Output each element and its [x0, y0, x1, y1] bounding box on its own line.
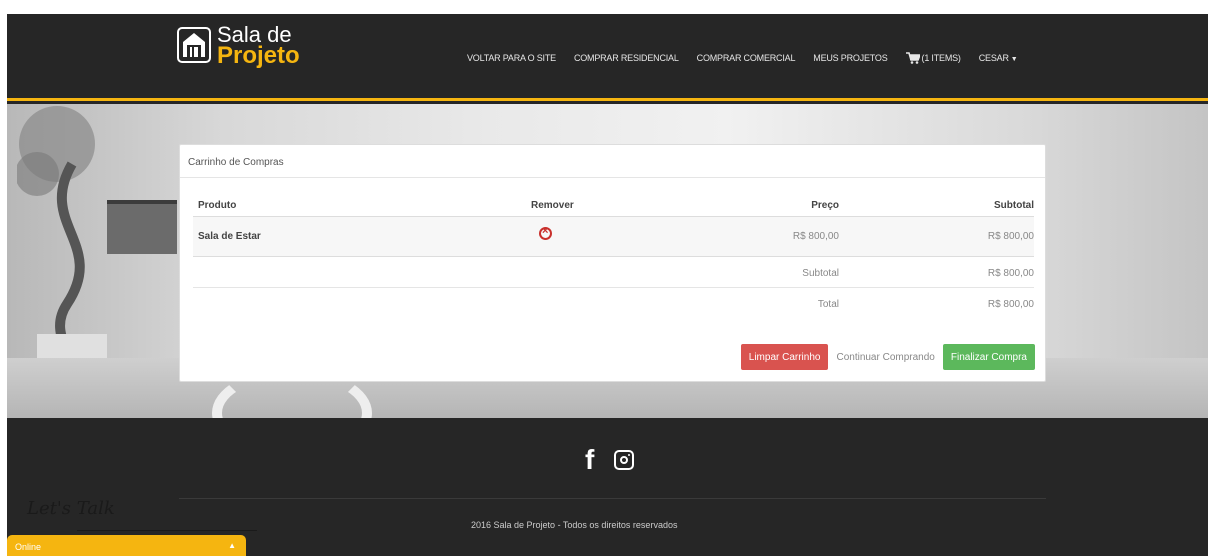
copyright-text: 2016 Sala de Projeto - Todos os direitos…	[471, 520, 678, 530]
table-row: Sala de Estar R$ 800,00 R$ 800,00	[193, 217, 1034, 257]
cart-actions: Limpar Carrinho Continuar Comprando Fina…	[740, 344, 1035, 370]
continue-shopping-button[interactable]: Continuar Comprando	[828, 344, 943, 370]
house-icon	[177, 27, 211, 63]
col-subtotal: Subtotal	[994, 200, 1034, 211]
cart-heading: Carrinho de Compras	[180, 145, 1045, 178]
nav-comprar-comercial[interactable]: COMPRAR COMERCIAL	[697, 53, 796, 63]
caret-down-icon: ▼	[1010, 56, 1018, 63]
table-header: Produto Remover Preço Subtotal	[193, 195, 1034, 217]
instagram-icon[interactable]	[614, 450, 635, 470]
col-produto: Produto	[198, 200, 237, 211]
nav-voltar-site[interactable]: VOLTAR PARA O SITE	[467, 53, 556, 63]
total-row: Total R$ 800,00	[193, 288, 1034, 320]
user-name: CESAR	[978, 53, 1009, 63]
wall-shelf	[107, 200, 177, 254]
subtotal-row: Subtotal R$ 800,00	[193, 257, 1034, 288]
checkout-button[interactable]: Finalizar Compra	[942, 344, 1035, 370]
cart-table: Produto Remover Preço Subtotal Sala de E…	[193, 195, 1034, 320]
brand-line-2: Projeto	[217, 42, 300, 69]
footer-divider	[179, 498, 1046, 499]
page-frame: Sala de Projeto VOLTAR PARA O SITE COMPR…	[7, 14, 1208, 556]
nav-comprar-residencial[interactable]: COMPRAR RESIDENCIAL	[574, 53, 679, 63]
col-preco: Preço	[811, 200, 839, 211]
col-remover: Remover	[531, 200, 574, 211]
chat-widget[interactable]: Online ▲	[7, 535, 246, 556]
product-subtotal: R$ 800,00	[987, 231, 1034, 242]
facebook-icon[interactable]: f	[585, 444, 594, 476]
main-nav: VOLTAR PARA O SITE COMPRAR RESIDENCIAL C…	[467, 52, 1035, 64]
cart-panel: Carrinho de Compras Produto Remover Preç…	[179, 144, 1046, 382]
subtotal-value: R$ 800,00	[987, 268, 1034, 279]
chevron-up-icon[interactable]: ▲	[228, 541, 236, 550]
social-links: f	[585, 444, 635, 476]
subtotal-label: Subtotal	[802, 268, 839, 279]
cart-icon	[905, 52, 920, 64]
signature-line	[77, 530, 257, 531]
cart-count: (1 ITEMS)	[921, 53, 961, 63]
user-menu[interactable]: CESAR ▼	[979, 53, 1018, 63]
chat-label: Online	[15, 542, 42, 552]
brand-logo[interactable]: Sala de Projeto	[177, 24, 300, 69]
nav-meus-projetos[interactable]: MEUS PROJETOS	[813, 53, 887, 63]
clear-cart-button[interactable]: Limpar Carrinho	[740, 344, 829, 370]
product-name: Sala de Estar	[198, 231, 261, 242]
total-label: Total	[817, 299, 839, 310]
nav-cart[interactable]: (1 ITEMS)	[905, 52, 961, 64]
total-value: R$ 800,00	[987, 299, 1034, 310]
site-header: Sala de Projeto VOLTAR PARA O SITE COMPR…	[7, 14, 1208, 101]
signature-logo: Let's Talk	[27, 498, 115, 519]
remove-icon[interactable]	[539, 225, 552, 240]
product-price: R$ 800,00	[792, 231, 839, 242]
